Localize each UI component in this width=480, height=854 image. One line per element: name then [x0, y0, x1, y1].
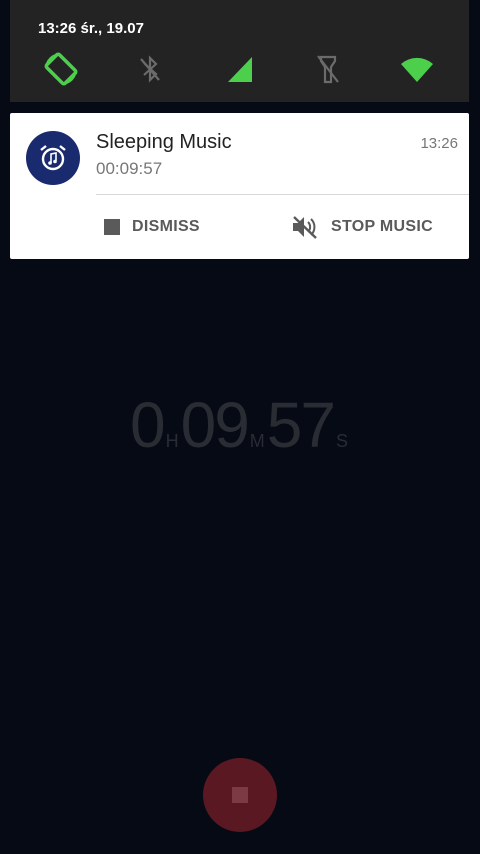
bluetooth-off-icon: [140, 55, 160, 83]
stop-music-button[interactable]: STOP MUSIC: [291, 195, 433, 259]
timer-minutes-unit: M: [249, 431, 265, 451]
status-time-date: 13:26 śr., 19.07: [38, 20, 144, 37]
flashlight-off-icon: [317, 55, 339, 84]
wifi-toggle[interactable]: [394, 46, 440, 92]
music-notification[interactable]: Sleeping Music 00:09:57 13:26 DISMISS ST…: [10, 113, 469, 259]
auto-rotate-toggle[interactable]: [38, 46, 84, 92]
timer-minutes: 09: [180, 389, 250, 461]
notification-time: 13:26: [420, 135, 458, 152]
timer-hours: 0: [130, 389, 166, 461]
dismiss-label: DISMISS: [132, 218, 200, 235]
timer-hours-unit: H: [165, 431, 179, 451]
elapsed-timer: 0 H09 M57 S: [0, 388, 480, 462]
stop-timer-button[interactable]: [203, 758, 277, 832]
stop-square-icon: [232, 787, 248, 803]
quick-settings-shade: 13:26 śr., 19.07: [10, 0, 469, 102]
bluetooth-toggle[interactable]: [127, 46, 173, 92]
app-icon: [26, 131, 80, 185]
alarm-clock-music-icon: [40, 145, 66, 171]
timer-seconds: 57: [266, 389, 336, 461]
wifi-icon: [401, 57, 433, 82]
cellular-signal-icon: [228, 57, 252, 82]
auto-rotate-icon: [44, 52, 78, 86]
stop-music-label: STOP MUSIC: [331, 218, 433, 235]
flashlight-toggle[interactable]: [305, 46, 351, 92]
cellular-data-toggle[interactable]: [216, 46, 262, 92]
volume-mute-icon: [291, 214, 319, 240]
notification-title: Sleeping Music: [96, 131, 232, 153]
quick-settings-row: [10, 46, 469, 92]
timer-seconds-unit: S: [335, 431, 348, 451]
stop-square-icon: [104, 219, 120, 235]
dismiss-button[interactable]: DISMISS: [104, 195, 200, 259]
notification-subtitle: 00:09:57: [96, 159, 163, 178]
